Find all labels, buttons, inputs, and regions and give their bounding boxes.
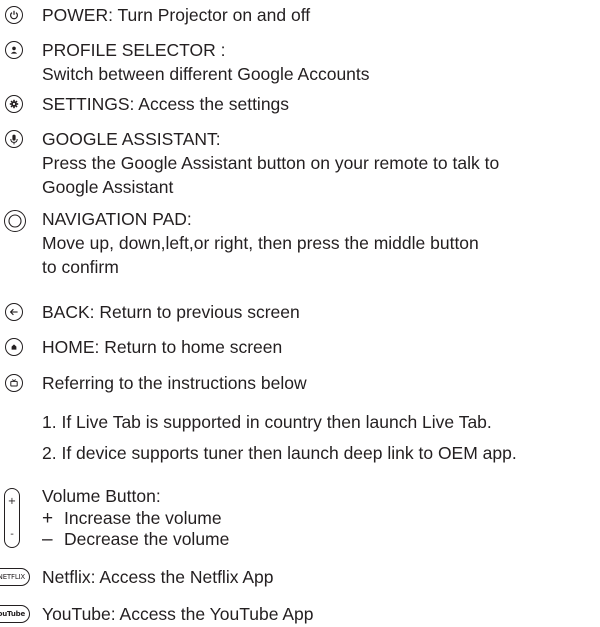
navigation-pad-title: NAVIGATION PAD: — [42, 209, 192, 229]
back-label: BACK: Return to previous screen — [42, 302, 300, 322]
tv-icon — [5, 374, 23, 392]
google-assistant-title: GOOGLE ASSISTANT: — [42, 129, 221, 149]
netflix-label: Netflix: Access the Netflix App — [42, 567, 274, 587]
navigation-ring-icon — [4, 210, 26, 232]
settings-label: SETTINGS: Access the settings — [42, 94, 290, 114]
back-arrow-icon — [5, 303, 23, 321]
navigation-pad-desc-1: Move up, down,left,or right, then press … — [42, 233, 479, 253]
power-icon — [5, 6, 23, 24]
settings-gear-icon — [5, 95, 23, 113]
power-label: POWER: Turn Projector on and off — [42, 5, 311, 25]
microphone-icon — [5, 130, 23, 148]
youtube-label: YouTube: Access the YouTube App — [42, 604, 314, 624]
plus-symbol: + — [42, 508, 54, 529]
volume-minus-row: – Decrease the volume — [42, 529, 229, 550]
minus-symbol: – — [42, 529, 53, 550]
profile-selector-title: PROFILE SELECTOR : — [42, 40, 226, 60]
profile-icon — [5, 41, 23, 59]
google-assistant-desc-2: Google Assistant — [42, 177, 174, 197]
youtube-badge-icon: YouTube — [0, 605, 30, 623]
profile-selector-desc: Switch between different Google Accounts — [42, 64, 370, 84]
navigation-pad-desc-2: to confirm — [42, 257, 119, 277]
volume-rocker-icon: + - — [4, 488, 20, 548]
volume-minus-text: Decrease the volume — [64, 529, 230, 549]
netflix-badge-icon: NETFLIX — [0, 568, 30, 586]
volume-icon-plus: + — [7, 496, 17, 507]
google-assistant-desc-1: Press the Google Assistant button on you… — [42, 153, 500, 173]
home-label: HOME: Return to home screen — [42, 337, 283, 357]
instruction-1: 1. If Live Tab is supported in country t… — [42, 412, 492, 432]
volume-plus-row: + Increase the volume — [42, 508, 222, 529]
volume-title: Volume Button: — [42, 486, 161, 506]
volume-icon-minus: - — [10, 529, 14, 540]
live-tv-label: Referring to the instructions below — [42, 373, 307, 393]
instruction-2: 2. If device supports tuner then launch … — [42, 443, 517, 463]
volume-plus-text: Increase the volume — [64, 508, 222, 528]
home-icon — [5, 338, 23, 356]
